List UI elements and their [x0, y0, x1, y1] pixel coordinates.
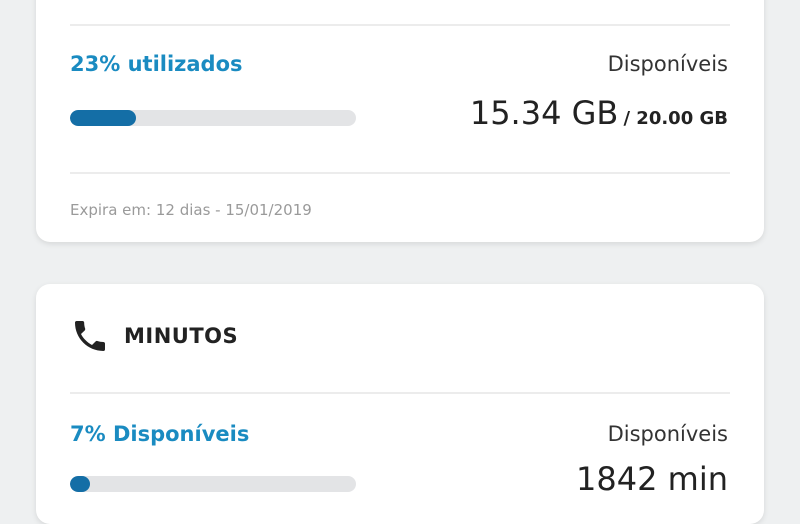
minutes-card: MINUTOS 7% Disponíveis Disponíveis 1842 …: [36, 284, 764, 524]
minutes-progress-fill: [70, 476, 91, 492]
section-title: MINUTOS: [124, 324, 239, 348]
divider: [70, 24, 730, 26]
data-remaining-amount: 15.34 GB: [469, 94, 619, 132]
expiry-text: Expira em: 12 dias - 15/01/2019: [70, 201, 312, 219]
minutes-amount: 1842 min: [576, 460, 728, 498]
minutes-remaining-amount: 1842 min: [576, 460, 728, 498]
data-amount: 15.34 GB / 20.00 GB: [470, 94, 728, 132]
minutes-percent-label: 7% Disponíveis: [70, 422, 250, 446]
data-usage-card: 23% utilizados Disponíveis 15.34 GB / 20…: [36, 0, 764, 242]
usage-progress-bar: [70, 110, 356, 126]
usage-percent-label: 23% utilizados: [70, 52, 243, 76]
minutes-progress-bar: [70, 476, 356, 492]
available-label: Disponíveis: [607, 422, 728, 446]
divider: [70, 392, 730, 394]
divider: [70, 172, 730, 174]
usage-progress-fill: [70, 110, 136, 126]
phone-icon: [75, 321, 105, 351]
available-label: Disponíveis: [607, 52, 728, 76]
data-total-amount: / 20.00 GB: [623, 108, 728, 129]
